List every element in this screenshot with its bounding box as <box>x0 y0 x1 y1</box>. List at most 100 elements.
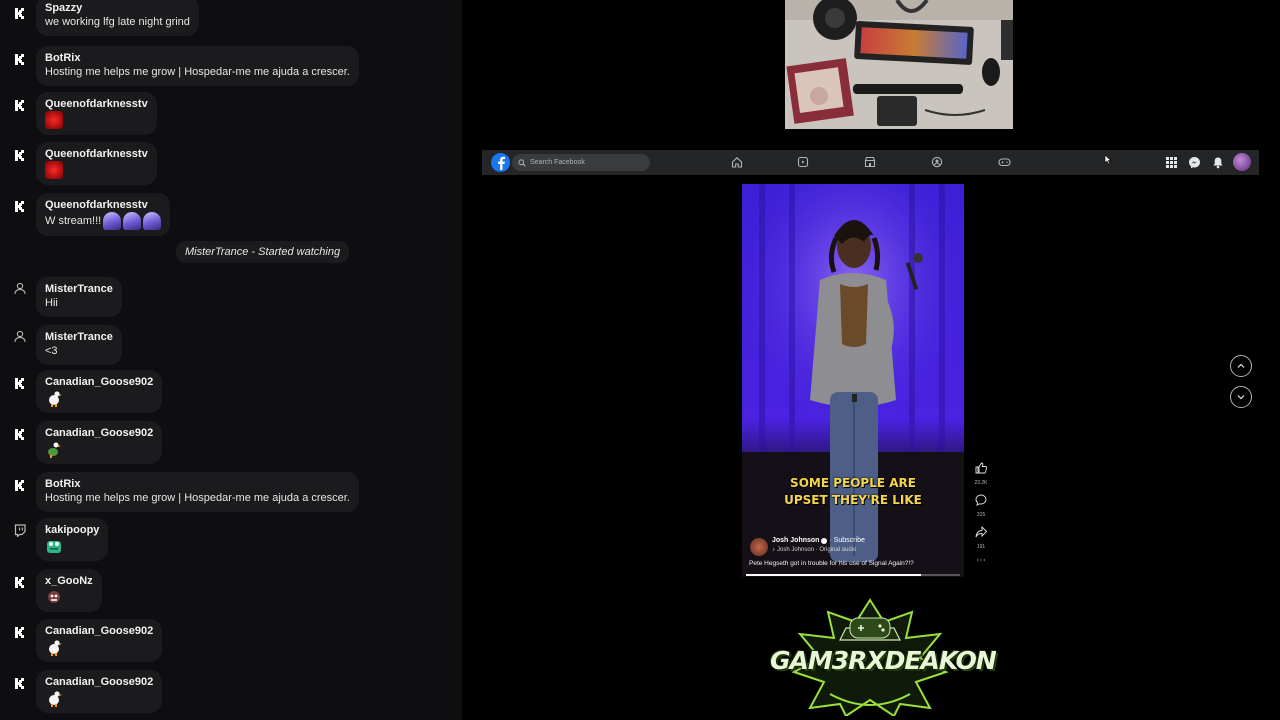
chat-panel: Spazzy we working lfg late night grind B… <box>0 0 462 720</box>
chat-username[interactable]: Canadian_Goose902 <box>45 375 153 389</box>
share-count: 191 <box>976 544 986 550</box>
chat-bubble: BotRix Hosting me helps me grow | Hosped… <box>36 472 359 512</box>
facebook-search-input[interactable]: Search Facebook <box>512 154 650 171</box>
goose-emote <box>49 391 62 407</box>
kick-icon <box>13 52 27 66</box>
frog-emote <box>47 541 61 553</box>
chat-username[interactable]: Queenofdarknesstv <box>45 198 161 212</box>
share-icon <box>975 525 988 538</box>
search-placeholder: Search Facebook <box>530 159 585 166</box>
like-count: 23.2K <box>974 480 988 486</box>
messenger-icon[interactable] <box>1187 155 1201 169</box>
chat-username[interactable]: kakipoopy <box>45 523 99 537</box>
chat-bubble: Canadian_Goose902 <box>36 670 163 713</box>
kick-icon <box>13 676 27 690</box>
marketplace-icon[interactable] <box>863 155 877 169</box>
chat-username[interactable]: Canadian_Goose902 <box>45 426 153 440</box>
twitch-icon <box>13 523 27 537</box>
chat-username[interactable]: Canadian_Goose902 <box>45 675 153 689</box>
chat-username[interactable]: x_GooNz <box>45 574 93 588</box>
groups-icon[interactable] <box>930 155 944 169</box>
chat-bubble: MisterTrance Hii <box>36 277 122 317</box>
chat-username[interactable]: MisterTrance <box>45 330 113 344</box>
chat-bubble: kakipoopy <box>36 518 109 561</box>
goose-emote <box>49 640 62 656</box>
monster-emote <box>48 591 60 603</box>
wizard-emote <box>103 212 122 230</box>
wizard-emote <box>143 212 162 230</box>
music-note-icon: ♪ <box>772 547 775 553</box>
mouse-cursor-icon <box>1104 154 1112 165</box>
chat-bubble: Canadian_Goose902 <box>36 370 163 413</box>
chevron-up-icon <box>1237 363 1245 368</box>
channel-logo-text: GAM3RXDEAKON <box>770 646 997 675</box>
chat-bubble: Canadian_Goose902 <box>36 619 163 662</box>
like-action[interactable]: 23.2K <box>974 461 988 486</box>
stream-layout: Spazzy we working lfg late night grind B… <box>0 0 1280 720</box>
chat-username[interactable]: BotRix <box>45 51 350 65</box>
chat-text: W stream!!! <box>45 214 102 227</box>
comedian-stage-image <box>742 184 964 577</box>
home-icon[interactable] <box>730 155 744 169</box>
reels-icon[interactable] <box>796 155 810 169</box>
chat-username[interactable]: Canadian_Goose902 <box>45 624 153 638</box>
chat-text: Hii <box>45 297 58 309</box>
kick-icon <box>13 6 27 20</box>
gaming-icon[interactable] <box>997 155 1011 169</box>
chat-username[interactable]: MisterTrance <box>45 282 113 296</box>
comment-action[interactable]: 315 <box>974 493 988 518</box>
channel-logo: GAM3RXDEAKON <box>770 598 997 718</box>
comment-count: 315 <box>976 512 986 518</box>
notifications-icon[interactable] <box>1211 155 1225 169</box>
facebook-logo-icon[interactable] <box>491 153 510 172</box>
subscribe-link[interactable]: · Subscribe <box>829 537 864 544</box>
wizard-emote <box>123 212 142 230</box>
reel-video[interactable]: SOME PEOPLE ARE UPSET THEY'RE LIKE Josh … <box>742 184 964 577</box>
kick-icon <box>13 625 27 639</box>
reel-caption-line: UPSET THEY'RE LIKE <box>784 493 922 507</box>
chat-text: Hosting me helps me grow | Hospedar-me m… <box>45 66 350 78</box>
chat-text: we working lfg late night grind <box>45 16 190 28</box>
reel-caption-line: SOME PEOPLE ARE <box>790 476 916 490</box>
chat-username[interactable]: Queenofdarknesstv <box>45 97 148 111</box>
audio-label[interactable]: Josh Johnson · Original audio <box>777 547 856 553</box>
chevron-down-icon <box>1237 395 1245 400</box>
reel-description: Pete Hegseth got in trouble for his use … <box>749 560 914 567</box>
goose-dance-emote <box>48 442 61 458</box>
webcam-desk-image <box>785 0 1013 129</box>
chat-username[interactable]: Queenofdarknesstv <box>45 147 148 161</box>
previous-reel-button[interactable] <box>1230 355 1252 377</box>
profile-avatar[interactable] <box>1233 153 1251 171</box>
kick-icon <box>13 427 27 441</box>
chat-text: <3 <box>45 345 58 357</box>
chat-bubble: Spazzy we working lfg late night grind <box>36 0 199 36</box>
kick-icon <box>13 478 27 492</box>
kick-icon <box>13 148 27 162</box>
webcam-feed <box>785 0 1013 129</box>
share-action[interactable]: 191 <box>974 525 988 550</box>
progress-track[interactable] <box>746 574 960 576</box>
kick-icon <box>13 575 27 589</box>
chat-bubble: Queenofdarknesstv <box>36 142 157 185</box>
chat-bubble: Canadian_Goose902 <box>36 421 163 464</box>
kick-icon <box>13 199 27 213</box>
red-emote <box>45 111 63 129</box>
next-reel-button[interactable] <box>1230 386 1252 408</box>
kick-icon <box>13 376 27 390</box>
progress-fill <box>746 574 922 576</box>
chat-bubble: Queenofdarknesstv <box>36 92 157 135</box>
chat-username[interactable]: Spazzy <box>45 1 190 15</box>
author-name[interactable]: Josh Johnson <box>772 537 819 544</box>
red-emote <box>45 161 63 179</box>
chat-bubble: MisterTrance <3 <box>36 325 122 365</box>
verified-badge-icon <box>821 538 828 544</box>
more-options-icon[interactable]: ⋯ <box>974 556 988 566</box>
author-avatar[interactable] <box>750 538 768 556</box>
chat-text: Hosting me helps me grow | Hospedar-me m… <box>45 492 350 504</box>
chat-bubble: x_GooNz <box>36 569 102 612</box>
system-event: MisterTrance - Started watching <box>176 241 350 263</box>
chat-username[interactable]: BotRix <box>45 477 350 491</box>
menu-grid-icon[interactable] <box>1164 155 1178 169</box>
viewer-icon <box>13 281 27 295</box>
search-icon <box>518 158 526 167</box>
